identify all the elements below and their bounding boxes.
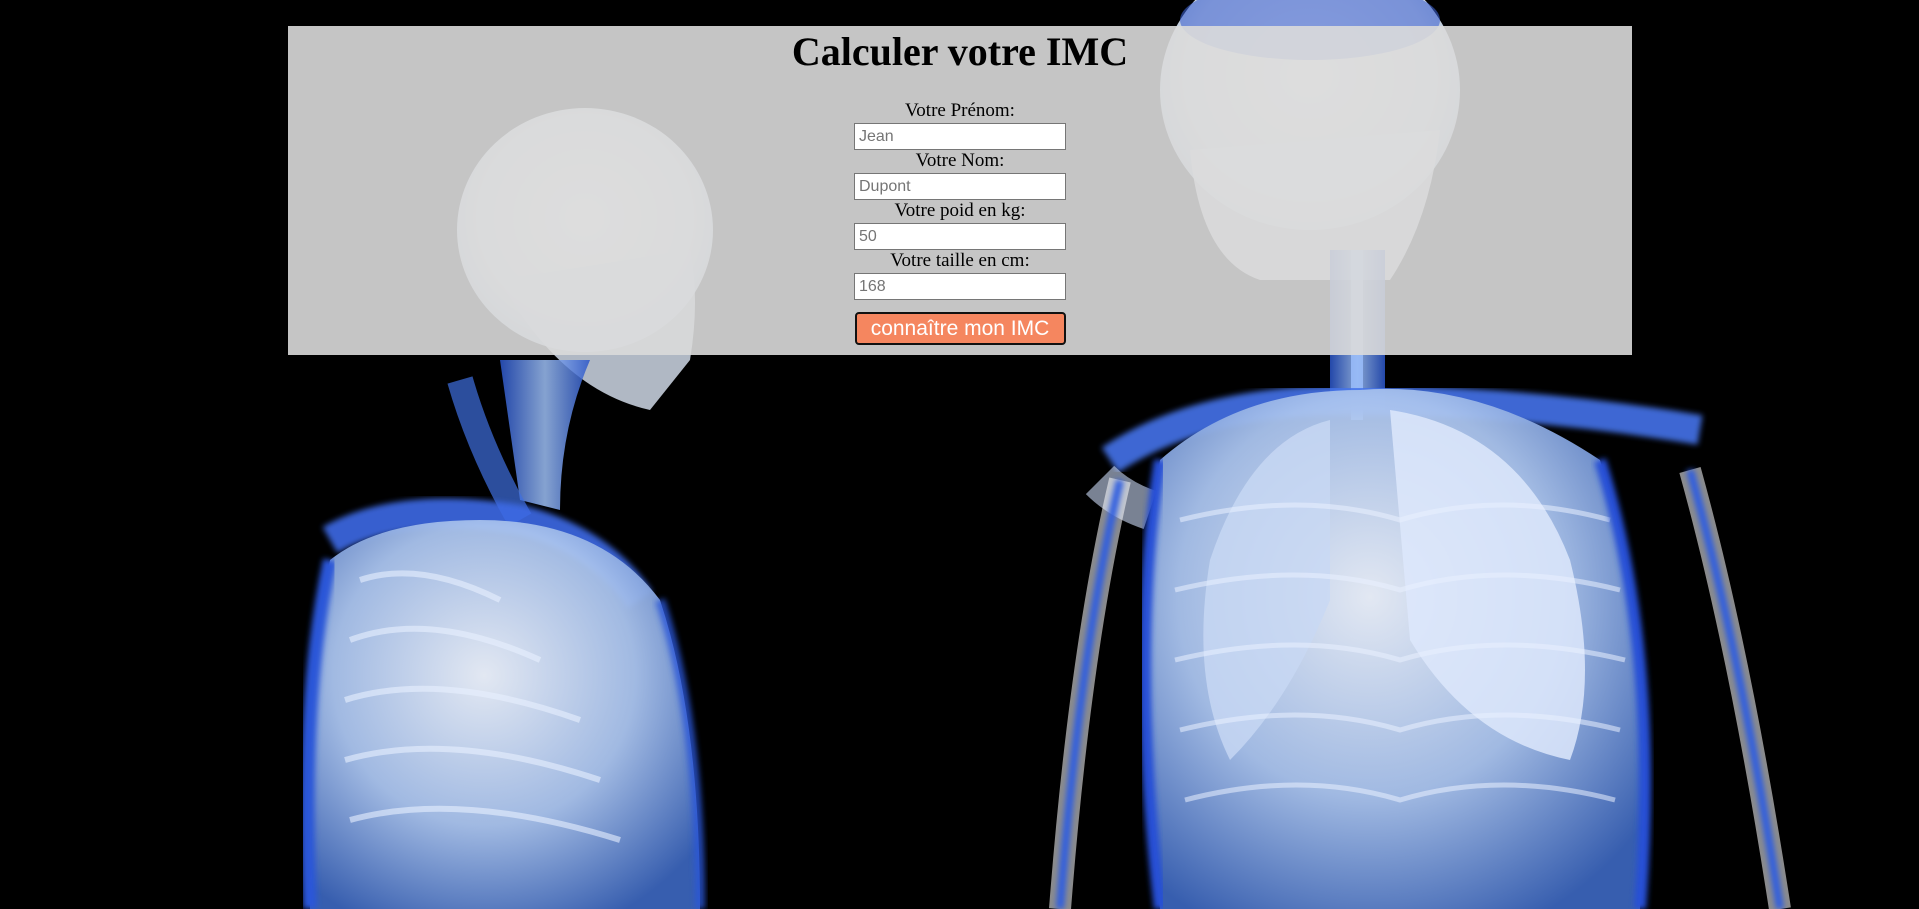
calculate-imc-button[interactable]: connaître mon IMC xyxy=(854,312,1066,345)
imc-form: Votre Prénom: Votre Nom: Votre poid en k… xyxy=(288,100,1632,345)
page-title: Calculer votre IMC xyxy=(791,29,1129,74)
imc-form-panel: Calculer votre IMC Votre Prénom: Votre N… xyxy=(288,26,1632,355)
prenom-input[interactable] xyxy=(854,123,1066,150)
nom-input[interactable] xyxy=(854,173,1066,200)
taille-label: Votre taille en cm: xyxy=(890,250,1030,271)
poids-input[interactable] xyxy=(854,223,1066,250)
poids-label: Votre poid en kg: xyxy=(894,200,1026,221)
taille-input[interactable] xyxy=(854,273,1066,300)
nom-label: Votre Nom: xyxy=(915,150,1005,171)
prenom-label: Votre Prénom: xyxy=(905,100,1015,121)
